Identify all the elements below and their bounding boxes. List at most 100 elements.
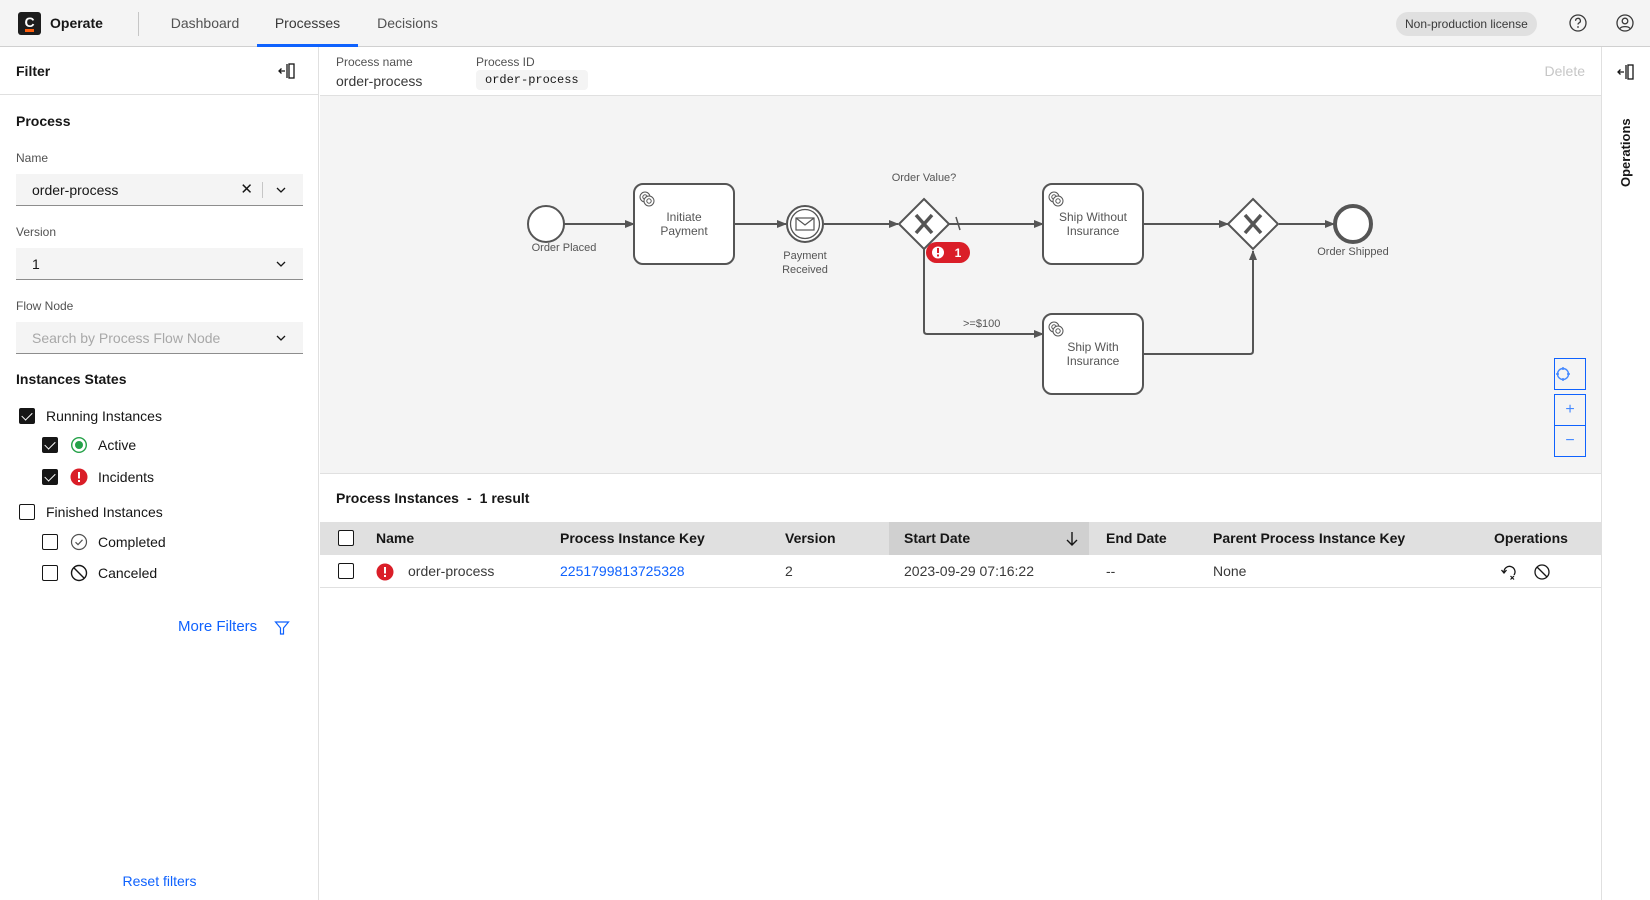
- app-header: C Operate Dashboard Processes Decisions …: [0, 0, 1650, 47]
- reset-zoom-button[interactable]: [1554, 358, 1586, 390]
- flow-node-combobox[interactable]: Search by Process Flow Node: [16, 322, 303, 354]
- chevron-down-icon[interactable]: [275, 332, 287, 344]
- process-name-value: order-process: [336, 73, 423, 89]
- zoom-in-button[interactable]: +: [1554, 394, 1586, 426]
- event-label-line: Payment: [783, 250, 826, 262]
- label-order-shipped: Order Shipped: [1317, 246, 1389, 258]
- camunda-logo[interactable]: C: [18, 12, 41, 35]
- bpmn-diagram[interactable]: Order Placed Initiate Payment Payment Re…: [320, 96, 1601, 474]
- column-header-operations: Operations: [1494, 530, 1568, 546]
- incidents-checkbox[interactable]: Incidents: [42, 467, 242, 489]
- reset-filters-link[interactable]: Reset filters: [0, 873, 319, 889]
- process-section-title: Process: [16, 113, 71, 129]
- column-header-version[interactable]: Version: [785, 522, 836, 555]
- process-instances-panel: Process Instances -1 result Name Process …: [320, 475, 1601, 900]
- instance-start-date: 2023-09-29 07:16:22: [904, 563, 1034, 579]
- canceled-label: Canceled: [98, 565, 158, 581]
- delete-button[interactable]: Delete: [1545, 63, 1585, 79]
- process-name-combobox[interactable]: order-process ✕: [16, 174, 303, 206]
- task-label-line: Insurance: [1067, 224, 1120, 238]
- title-separator: -: [466, 490, 472, 506]
- chevron-down-icon[interactable]: [275, 184, 287, 196]
- column-header-name[interactable]: Name: [376, 522, 414, 555]
- running-instances-checkbox[interactable]: Running Instances: [19, 406, 219, 428]
- table-header: Name Process Instance Key Version Start …: [320, 522, 1601, 555]
- instance-end-date: --: [1106, 563, 1116, 579]
- checkbox-checked[interactable]: [42, 437, 58, 453]
- process-id-label: Process ID: [476, 55, 535, 69]
- operations-panel-label[interactable]: Operations: [1618, 118, 1633, 187]
- instance-name: order-process: [408, 563, 495, 579]
- field-separator: [262, 182, 263, 198]
- label-order-placed: Order Placed: [532, 242, 597, 254]
- checkbox-checked[interactable]: [42, 469, 58, 485]
- app-name[interactable]: Operate: [50, 15, 103, 31]
- version-select[interactable]: 1: [16, 248, 303, 280]
- instance-version: 2: [785, 563, 793, 579]
- completed-label: Completed: [98, 534, 166, 550]
- incidents-label: Incidents: [98, 469, 155, 485]
- active-label: Active: [98, 437, 137, 453]
- incident-count: 1: [955, 246, 962, 260]
- sequence-flow[interactable]: [1144, 250, 1257, 355]
- incident-badge[interactable]: 1: [926, 242, 970, 263]
- finished-instances-checkbox[interactable]: Finished Instances: [19, 502, 219, 524]
- filter-panel-header: Filter: [0, 47, 319, 95]
- finished-instances-label: Finished Instances: [46, 504, 163, 520]
- checkbox-checked[interactable]: [19, 408, 35, 424]
- instance-key-link[interactable]: 2251799813725328: [560, 555, 685, 588]
- version-label: Version: [16, 225, 57, 239]
- collapse-panel-icon[interactable]: [278, 62, 296, 80]
- task-label-line: Initiate: [666, 210, 702, 224]
- column-header-key[interactable]: Process Instance Key: [560, 522, 705, 555]
- column-header-parent-key[interactable]: Parent Process Instance Key: [1213, 522, 1405, 555]
- canceled-checkbox[interactable]: Canceled: [42, 563, 242, 585]
- nav-tab-processes[interactable]: Processes: [257, 0, 358, 47]
- user-icon[interactable]: [1615, 13, 1635, 33]
- task-label-line: Payment: [660, 224, 708, 238]
- more-filters-button[interactable]: More Filters: [178, 618, 257, 635]
- header-divider: [138, 12, 139, 36]
- bpmn-canvas[interactable]: Order Placed Initiate Payment Payment Re…: [320, 96, 1601, 474]
- event-label-line: Received: [782, 264, 828, 276]
- expand-panel-icon[interactable]: [1617, 63, 1635, 81]
- checkbox-unchecked[interactable]: [42, 565, 58, 581]
- help-icon[interactable]: [1568, 13, 1588, 33]
- sort-descending-icon[interactable]: [1065, 531, 1079, 547]
- chevron-down-icon[interactable]: [275, 258, 287, 270]
- instance-parent-key: None: [1213, 563, 1247, 579]
- running-instances-label: Running Instances: [46, 408, 162, 424]
- instances-title-text: Process Instances: [336, 490, 459, 506]
- instances-states-title: Instances States: [16, 371, 127, 387]
- operations-panel[interactable]: Operations: [1601, 47, 1650, 900]
- envelope-icon: [795, 217, 815, 231]
- nav-tab-dashboard[interactable]: Dashboard: [158, 0, 252, 47]
- checkbox-unchecked[interactable]: [19, 504, 35, 520]
- end-event-order-shipped[interactable]: [1333, 204, 1373, 244]
- column-header-end-date[interactable]: End Date: [1106, 522, 1167, 555]
- checkbox-unchecked[interactable]: [42, 534, 58, 550]
- completed-checkbox[interactable]: Completed: [42, 532, 242, 554]
- clear-selection-icon[interactable]: ✕: [240, 182, 253, 198]
- row-select-checkbox[interactable]: [338, 563, 354, 579]
- process-name-value: order-process: [32, 182, 119, 198]
- active-checkbox[interactable]: Active: [42, 435, 242, 457]
- name-label: Name: [16, 151, 49, 165]
- canceled-state-icon: [70, 564, 88, 582]
- license-badge[interactable]: Non-production license: [1396, 12, 1537, 36]
- table-row[interactable]: order-process 2251799813725328 2 2023-09…: [320, 555, 1601, 588]
- column-header-start-date[interactable]: Start Date: [889, 522, 1089, 555]
- filter-title: Filter: [16, 63, 51, 79]
- select-all-checkbox[interactable]: [338, 530, 354, 546]
- instances-title: Process Instances -1 result: [336, 490, 529, 506]
- filter-funnel-icon[interactable]: [274, 620, 290, 636]
- cancel-icon[interactable]: [1533, 563, 1551, 581]
- zoom-out-button[interactable]: −: [1554, 425, 1586, 457]
- process-id-value: order-process: [476, 70, 588, 90]
- retry-icon[interactable]: [1500, 563, 1518, 581]
- nav-tab-decisions[interactable]: Decisions: [365, 0, 450, 47]
- filter-panel: Filter Process Name order-process ✕ Vers…: [0, 47, 319, 900]
- label-order-value: Order Value?: [892, 172, 957, 184]
- process-header: Process name order-process Process ID or…: [320, 47, 1601, 96]
- start-event-order-placed[interactable]: [527, 205, 565, 243]
